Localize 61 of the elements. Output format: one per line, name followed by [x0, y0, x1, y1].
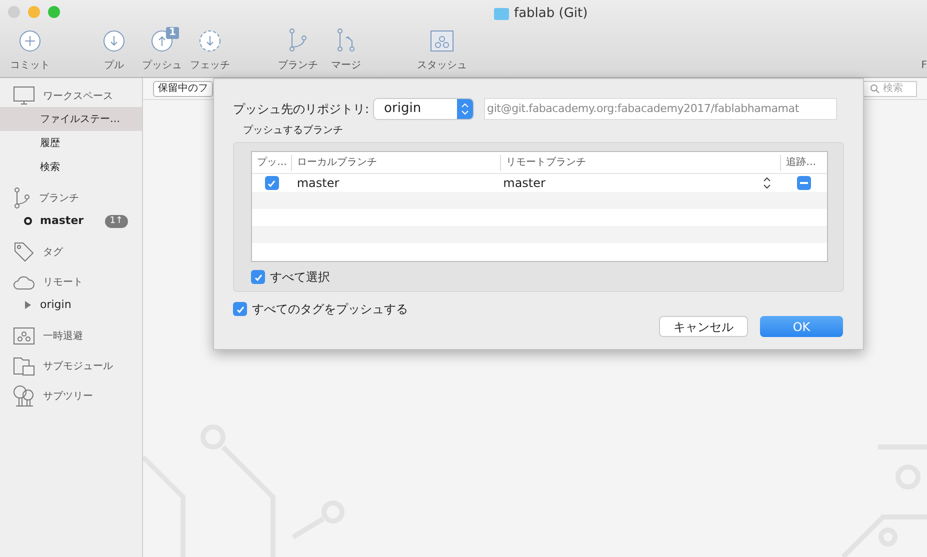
search-icon [870, 84, 880, 94]
checkbox-label: すべて選択 [270, 269, 330, 286]
sidebar-section[interactable]: サブツリー [0, 385, 142, 407]
checkmark-icon [267, 178, 276, 188]
toolbar-button[interactable]: 1 プッシュ [140, 30, 184, 73]
checkmark-icon [236, 304, 244, 314]
branch-icon [288, 28, 308, 52]
column-header[interactable]: プッ… [252, 154, 292, 170]
repository-label: プッシュ先のリポジトリ: [233, 101, 370, 118]
toolbar-button[interactable]: マージ [324, 28, 368, 73]
count-badge: 1 [166, 27, 179, 39]
sidebar-item[interactable]: 履歴 [0, 131, 142, 155]
table-cell-text: master [296, 175, 340, 192]
sidebar-item[interactable]: 検索 [0, 155, 142, 179]
repository-select[interactable]: origin [374, 99, 474, 119]
stash-box-icon [13, 327, 35, 345]
toolbar-button[interactable]: ブランチ [276, 28, 320, 73]
stash-box-icon [430, 30, 454, 52]
window-title: fablab (Git) [514, 5, 588, 23]
folder-icon [494, 8, 509, 20]
sidebar-section[interactable]: ワークスペース [0, 85, 142, 107]
column-header[interactable]: ローカルブランチ [292, 154, 502, 170]
cloud-icon [13, 274, 35, 290]
remote-branch-select[interactable]: master [501, 174, 782, 192]
sidebar-section[interactable]: タグ [0, 241, 142, 263]
checkbox-label: すべてのタグをプッシュする [252, 301, 408, 318]
tag-icon [13, 241, 35, 263]
toolbar-button[interactable]: プル [92, 30, 136, 73]
toolbar-button[interactable]: フェッチ [188, 30, 232, 73]
sidebar-item[interactable]: ファイルステー… [0, 107, 142, 131]
zoom-button[interactable] [48, 6, 60, 18]
select-stepper-icon [457, 99, 474, 119]
toolbar-label: F [921, 59, 927, 73]
repository-url-field: git@git.fabacademy.org:fabacademy2017/fablabhamamat [484, 98, 838, 120]
plus-circle-icon [19, 30, 41, 52]
checkbox[interactable] [251, 270, 265, 284]
group-title: プッシュするブランチ [243, 124, 344, 138]
branch-icon [13, 187, 31, 209]
count-badge: 1↑ [104, 214, 128, 228]
filter-button[interactable]: 保留中のフ [153, 80, 213, 96]
checkmark-icon [254, 272, 262, 282]
cancel-button[interactable]: キャンセル [659, 316, 748, 337]
sidebar-section[interactable]: サブモジュール [0, 355, 142, 377]
folders-icon [13, 356, 35, 376]
sidebar-section[interactable]: リモート [0, 271, 142, 293]
checkbox[interactable] [233, 302, 247, 316]
checkbox[interactable] [264, 176, 279, 190]
sidebar-section[interactable]: 一時退避 [0, 325, 142, 347]
monitor-icon [13, 86, 35, 106]
column-header[interactable]: 追跡… [781, 154, 828, 170]
sidebar-item[interactable]: master 1↑ [0, 209, 142, 233]
sidebar-item[interactable]: origin [0, 293, 142, 317]
toolbar-button[interactable]: コミット [8, 30, 52, 73]
down-arrow-circle-icon [103, 30, 125, 52]
toolbar-button[interactable]: スタッシュ [420, 30, 464, 73]
trees-icon [13, 385, 35, 407]
column-header[interactable]: リモートブランチ [501, 154, 782, 170]
select-stepper-icon [763, 177, 772, 189]
mixed-checkbox[interactable] [797, 176, 812, 190]
merge-icon [336, 28, 356, 52]
sidebar-section[interactable]: ブランチ [0, 187, 142, 209]
